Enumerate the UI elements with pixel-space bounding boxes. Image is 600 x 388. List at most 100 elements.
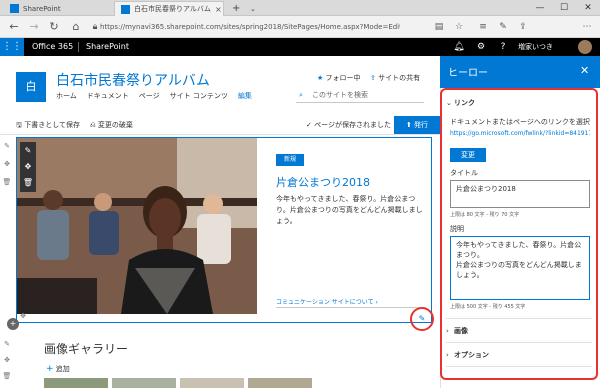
save-draft-button[interactable]: 🖫︎ 下書きとして保存 <box>16 120 80 132</box>
nav-item-pages[interactable]: ページ <box>139 91 160 101</box>
star-icon: ★ <box>317 74 324 82</box>
link-section-header[interactable]: ⌄ リンク <box>446 98 475 108</box>
description-field[interactable]: 今年もやってきました、春祭り。片倉公まつり。 片倉公まつりの写真をどんどん掲載し… <box>450 236 590 300</box>
site-logo[interactable]: 白 <box>16 72 46 102</box>
save-draft-label: 下書きとして保存 <box>24 121 80 129</box>
section-move-icon[interactable]: ✥ <box>2 160 12 168</box>
gallery-add-button[interactable]: + 追加 <box>46 364 70 374</box>
gallery-thumbnail[interactable] <box>112 378 176 388</box>
webpart-toolbar: ✎ ✥ 🗑︎ <box>20 142 36 192</box>
section-edit-icon[interactable]: ✎ <box>2 142 12 150</box>
section-move-icon-2[interactable]: ✥ <box>2 356 12 364</box>
suite-divider <box>78 42 79 52</box>
image-section-label: 画像 <box>454 327 468 335</box>
new-tab-button[interactable]: + <box>226 1 240 16</box>
section-delete-icon[interactable]: 🗑︎ <box>2 178 12 186</box>
hero-link[interactable]: コミュニケーション サイトについて › <box>276 297 378 306</box>
gallery-thumbnail[interactable] <box>180 378 244 388</box>
move-webpart-icon[interactable]: ✥ <box>20 159 36 175</box>
hero-link-divider <box>276 307 426 308</box>
options-section-header[interactable]: › オプション <box>446 350 489 360</box>
search-icon: ⌕ <box>299 91 303 99</box>
browser-tab-album[interactable]: 白石市民春祭りアルバム × <box>114 1 224 16</box>
favorite-star-icon[interactable]: ☆ <box>452 20 466 34</box>
notes-icon[interactable]: ✎ <box>496 20 510 34</box>
gallery-thumbnail[interactable] <box>44 378 108 388</box>
title-field[interactable]: 片倉公まつり2018 <box>450 180 590 208</box>
browser-tab-bar: SharePoint 白石市民春祭りアルバム × + ⌄ — ☐ ✕ <box>0 0 600 16</box>
highlight-circle <box>410 307 434 331</box>
image-section-header[interactable]: › 画像 <box>446 326 468 336</box>
saved-status-label: ページが保存されました <box>314 121 391 129</box>
reading-view-icon[interactable]: ▤ <box>432 20 446 34</box>
close-icon[interactable]: ✕ <box>580 64 589 77</box>
url-input[interactable]: https://mynavi365.sharepoint.com/sites/s… <box>100 20 400 34</box>
address-bar: ← → ↻ ⌂ 🔒︎ https://mynavi365.sharepoint.… <box>0 16 600 38</box>
gallery-title[interactable]: 画像ギャラリー <box>44 340 128 357</box>
help-icon[interactable]: ? <box>496 38 510 56</box>
browser-tab-sharepoint[interactable]: SharePoint <box>4 1 114 16</box>
change-link-button[interactable]: 変更 <box>450 148 486 162</box>
refresh-icon[interactable]: ↻ <box>46 19 62 35</box>
discard-icon: ⎌ <box>90 121 96 129</box>
bell-icon[interactable]: 🔔︎ <box>452 38 466 56</box>
gallery-thumbnail[interactable] <box>248 378 312 388</box>
hero-webpart[interactable] <box>16 137 432 323</box>
more-icon[interactable]: ⋯ <box>580 20 594 34</box>
saved-status: ✓ ページが保存されました <box>306 120 391 130</box>
search-placeholder: このサイトを検索 <box>312 91 368 99</box>
plus-icon: + <box>46 364 54 374</box>
gear-icon[interactable]: ⚙ <box>474 38 488 56</box>
tab-list-button[interactable]: ⌄ <box>244 1 258 16</box>
app-launcher-icon[interactable]: ⋮⋮ <box>0 38 24 56</box>
new-badge: 新規 <box>276 154 304 166</box>
share-icon[interactable]: ⇪ <box>516 20 530 34</box>
chevron-down-icon: ⌄ <box>446 99 452 107</box>
publish-button[interactable]: ⬆ 発行 <box>394 116 440 134</box>
edit-webpart-icon[interactable]: ✎ <box>20 143 36 159</box>
close-tab-icon[interactable]: × <box>215 5 222 14</box>
forward-icon[interactable]: → <box>26 19 42 35</box>
options-section-label: オプション <box>454 351 489 359</box>
close-window-button[interactable]: ✕ <box>576 0 600 16</box>
chevron-right-icon: › <box>446 327 449 335</box>
favorites-icon[interactable]: ≡ <box>476 20 490 34</box>
add-webpart-icon[interactable]: + <box>7 318 19 330</box>
publish-icon: ⬆ <box>405 121 412 129</box>
back-icon[interactable]: ← <box>6 19 22 35</box>
nav-item-documents[interactable]: ドキュメント <box>87 91 129 101</box>
site-title[interactable]: 白石市民春祭りアルバム <box>56 70 210 90</box>
section-divider <box>446 342 592 343</box>
avatar[interactable] <box>578 40 592 54</box>
share-site-button[interactable]: ⇪ サイトの共有 <box>370 73 420 83</box>
hero-title[interactable]: 片倉公まつり2018 <box>276 174 370 190</box>
maximize-button[interactable]: ☐ <box>552 0 576 16</box>
office-people-photo <box>17 138 257 314</box>
delete-webpart-icon[interactable]: 🗑︎ <box>20 175 36 191</box>
site-navigation: ホーム ドキュメント ページ サイト コンテンツ 編集 <box>56 91 252 101</box>
link-hint: ドキュメントまたはページへのリンクを選択 <box>450 118 590 126</box>
share-label: サイトの共有 <box>378 74 421 82</box>
site-search-input[interactable]: ⌕ このサイトを検索 <box>296 87 424 103</box>
nav-item-site-contents[interactable]: サイト コンテンツ <box>170 91 228 101</box>
link-url[interactable]: https://go.microsoft.com/fwlink/?linkid=… <box>450 130 590 137</box>
nav-item-home[interactable]: ホーム <box>56 91 77 101</box>
panel-title: ヒーロー <box>448 68 488 79</box>
discard-button[interactable]: ⎌ 変更の破棄 <box>90 120 133 130</box>
minimize-button[interactable]: — <box>528 0 552 16</box>
save-icon: 🖫︎ <box>16 121 22 129</box>
section-delete-icon-2[interactable]: 🗑︎ <box>2 372 12 380</box>
section-edit-icon-2[interactable]: ✎ <box>2 340 12 348</box>
follow-button[interactable]: ★ フォロー中 <box>317 73 361 83</box>
sharepoint-brand[interactable]: SharePoint <box>86 38 129 56</box>
tab-label: 白石市民春祭りアルバム <box>134 5 211 13</box>
tab-label: SharePoint <box>23 4 61 13</box>
hero-image[interactable] <box>17 138 257 314</box>
office365-brand[interactable]: Office 365 <box>32 38 73 56</box>
home-icon[interactable]: ⌂ <box>68 19 84 35</box>
nav-edit-link[interactable]: 編集 <box>238 91 252 101</box>
share-icon: ⇪ <box>370 74 376 82</box>
title-char-hint: 上限は 80 文字 - 残り 70 文字 <box>450 212 520 218</box>
user-name[interactable]: 増家いつき <box>518 38 553 56</box>
webpart-move-handle-icon[interactable]: ✥ <box>18 312 28 320</box>
